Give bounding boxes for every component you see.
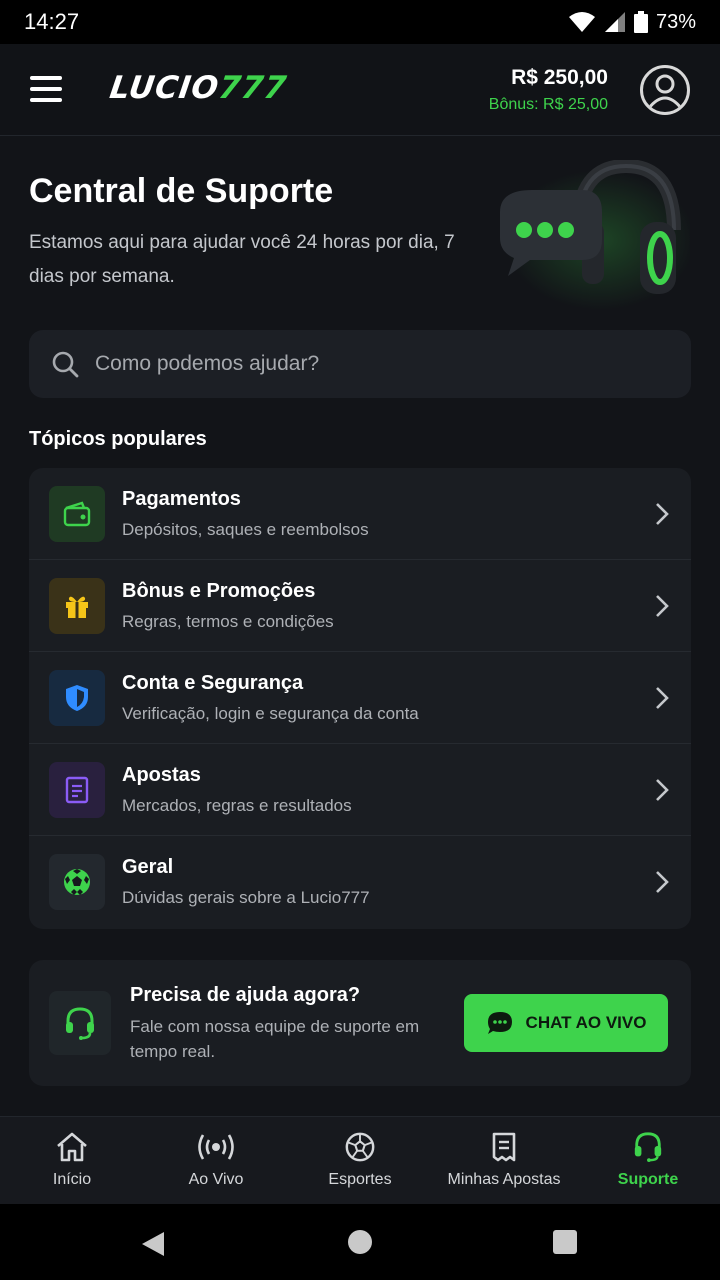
battery-level: 73% xyxy=(655,10,696,33)
home-icon xyxy=(57,1132,87,1162)
section-title: Tópicos populares xyxy=(29,428,207,450)
topic-title: Apostas xyxy=(122,763,201,786)
status-bar: 14:27 73% xyxy=(0,0,720,44)
status-time: 14:27 xyxy=(24,9,80,34)
shield-icon xyxy=(66,684,88,711)
live-chat-button[interactable]: CHAT AO VIVO xyxy=(464,994,668,1052)
logo-accent-text: 777 xyxy=(216,70,290,106)
status-icons: 73% xyxy=(568,11,696,34)
topic-description: Dúvidas gerais sobre a Lucio777 xyxy=(122,888,370,907)
nav-label: Minhas Apostas xyxy=(447,1171,561,1188)
wallet-icon xyxy=(63,501,91,526)
search-input[interactable]: Como podemos ajudar? xyxy=(29,330,691,398)
topic-icon-box xyxy=(49,669,105,726)
topic-description: Mercados, regras e resultados xyxy=(122,795,352,815)
nav-label: Esportes xyxy=(328,1171,392,1188)
wifi-icon xyxy=(568,12,595,32)
menu-line xyxy=(30,87,62,91)
headset-icon xyxy=(634,1132,662,1163)
nav-home[interactable]: Início xyxy=(0,1117,144,1204)
topic-description: Verificação, login e segurança da conta xyxy=(122,703,419,723)
topic-bets[interactable]: Apostas Mercados, regras e resultados xyxy=(29,744,691,836)
logo-text: LUCIO xyxy=(107,70,222,106)
topic-payments[interactable]: Pagamentos Depósitos, saques e reembolso… xyxy=(29,468,691,560)
topic-title: Geral xyxy=(122,856,174,878)
chat-bubble-icon xyxy=(487,1012,512,1034)
page-title: Central de Suporte xyxy=(29,172,334,210)
gift-icon xyxy=(66,596,88,618)
recent-apps-icon[interactable] xyxy=(553,1230,577,1254)
topic-description: Depósitos, saques e reembolsos xyxy=(122,519,369,539)
menu-button[interactable] xyxy=(30,76,62,102)
topic-title: Conta e Segurança xyxy=(122,671,304,694)
battery-icon xyxy=(633,11,648,33)
topic-icon-box xyxy=(49,761,105,818)
topic-texts: Apostas Mercados, regras e resultados xyxy=(122,764,352,816)
soccer-ball-icon xyxy=(64,869,90,895)
chevron-right-icon xyxy=(656,502,669,525)
support-headset-illustration xyxy=(500,160,690,310)
app-header: LUCIO777 R$ 250,00 Bônus: R$ 25,00 xyxy=(0,44,720,136)
back-icon[interactable] xyxy=(140,1230,166,1258)
nav-my-bets[interactable]: Minhas Apostas xyxy=(432,1117,576,1204)
headset-icon xyxy=(66,1007,94,1040)
nav-label: Início xyxy=(52,1171,92,1188)
nav-sports[interactable]: Esportes xyxy=(288,1117,432,1204)
nav-label: Suporte xyxy=(617,1171,679,1188)
help-title: Precisa de ajuda agora? xyxy=(130,984,361,1006)
menu-line xyxy=(30,76,62,80)
bottom-navigation: Início Ao Vivo Esportes Minhas Apostas S… xyxy=(0,1116,720,1204)
topic-texts: Pagamentos Depósitos, saques e reembolso… xyxy=(122,488,369,540)
system-navigation-bar xyxy=(0,1204,720,1280)
search-icon xyxy=(52,351,79,378)
nav-label: Ao Vivo xyxy=(188,1171,244,1188)
support-screen: LUCIO777 R$ 250,00 Bônus: R$ 25,00 Centr… xyxy=(0,44,720,1204)
topic-icon-box xyxy=(49,854,105,910)
page-subtitle: Estamos aqui para ajudar você 24 horas p… xyxy=(29,232,455,287)
chevron-right-icon xyxy=(656,778,669,801)
topic-texts: Bônus e Promoções Regras, termos e condi… xyxy=(122,580,334,632)
topic-description: Regras, termos e condições xyxy=(122,611,334,631)
topic-account-security[interactable]: Conta e Segurança Verificação, login e s… xyxy=(29,652,691,744)
topic-icon-box xyxy=(49,577,105,634)
topic-bonus-promotions[interactable]: Bônus e Promoções Regras, termos e condi… xyxy=(29,560,691,652)
topic-general[interactable]: Geral Dúvidas gerais sobre a Lucio777 xyxy=(29,836,691,928)
chevron-right-icon xyxy=(656,686,669,709)
bonus-amount: Bônus: R$ 25,00 xyxy=(488,96,608,113)
search-placeholder: Como podemos ajudar? xyxy=(95,352,320,375)
topic-title: Bônus e Promoções xyxy=(122,579,316,602)
live-broadcast-icon xyxy=(198,1134,234,1160)
topic-title: Pagamentos xyxy=(122,487,241,510)
topic-texts: Conta e Segurança Verificação, login e s… xyxy=(122,672,419,724)
user-avatar-button[interactable] xyxy=(640,65,690,115)
home-circle-icon[interactable] xyxy=(348,1230,372,1254)
brand-logo[interactable]: LUCIO777 xyxy=(107,70,289,106)
help-description: Fale com nossa equipe de suporte em temp… xyxy=(130,1017,420,1061)
topic-texts: Geral Dúvidas gerais sobre a Lucio777 xyxy=(122,856,370,908)
topic-icon-box xyxy=(49,485,105,542)
nav-support[interactable]: Suporte xyxy=(576,1117,720,1204)
nav-live[interactable]: Ao Vivo xyxy=(144,1117,288,1204)
topics-list: Pagamentos Depósitos, saques e reembolso… xyxy=(29,468,691,929)
chevron-right-icon xyxy=(656,594,669,617)
balance-display[interactable]: R$ 250,00 Bônus: R$ 25,00 xyxy=(489,66,608,114)
soccer-ball-icon xyxy=(345,1132,375,1162)
live-chat-label: CHAT AO VIVO xyxy=(525,1013,647,1032)
user-icon xyxy=(647,74,683,109)
bet-slip-icon xyxy=(492,1132,516,1162)
balance-amount: R$ 250,00 xyxy=(511,66,608,89)
cell-signal-icon xyxy=(604,12,625,32)
ticket-icon xyxy=(65,776,89,803)
chevron-right-icon xyxy=(656,871,669,893)
live-help-card: Precisa de ajuda agora? Fale com nossa e… xyxy=(29,960,691,1086)
help-icon-box xyxy=(49,991,111,1055)
menu-line xyxy=(30,98,62,102)
